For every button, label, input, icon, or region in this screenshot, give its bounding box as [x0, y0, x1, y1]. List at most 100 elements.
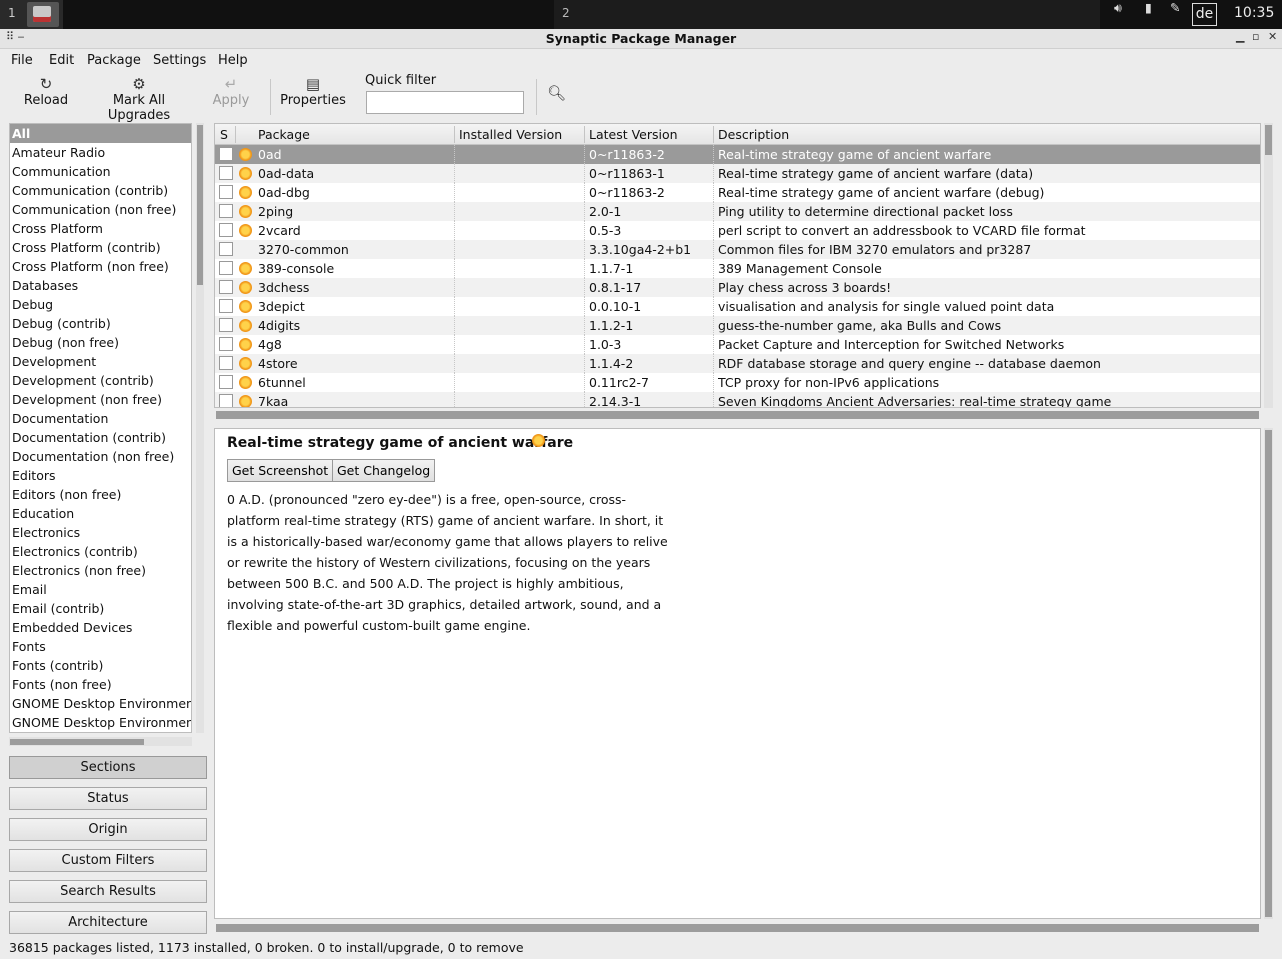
- mark-checkbox[interactable]: [219, 394, 233, 407]
- package-row[interactable]: 0ad-data 0~r11863-1 Real-time strategy gam…: [215, 164, 1260, 183]
- scrollbar-thumb[interactable]: [1265, 125, 1272, 155]
- mark-checkbox[interactable]: [219, 337, 233, 351]
- status-filter-button[interactable]: Status: [9, 787, 207, 810]
- section-item[interactable]: Electronics (non free): [10, 561, 191, 580]
- mark-checkbox[interactable]: [219, 356, 233, 370]
- section-item[interactable]: Development (non free): [10, 390, 191, 409]
- package-list-horizontal-scrollbar[interactable]: [216, 411, 1259, 419]
- section-item[interactable]: Cross Platform (non free): [10, 257, 191, 276]
- package-row[interactable]: 4digits 1.1.2-1 guess-the-number game, aka…: [215, 316, 1260, 335]
- details-horizontal-scrollbar[interactable]: [216, 924, 1259, 932]
- mark-checkbox[interactable]: [219, 261, 233, 275]
- section-item[interactable]: Electronics (contrib): [10, 542, 191, 561]
- origin-filter-button[interactable]: Origin: [9, 818, 207, 841]
- mark-checkbox[interactable]: [219, 299, 233, 313]
- section-item[interactable]: Electronics: [10, 523, 191, 542]
- package-row[interactable]: 4store 1.1.4-2 RDF database storage and qu…: [215, 354, 1260, 373]
- menu-edit[interactable]: Edit: [49, 53, 74, 68]
- section-item[interactable]: Fonts: [10, 637, 191, 656]
- get-screenshot-button[interactable]: Get Screenshot: [227, 459, 334, 482]
- apply-button[interactable]: ↵ Apply: [208, 75, 254, 108]
- menu-help[interactable]: Help: [218, 53, 248, 68]
- section-item[interactable]: Documentation (contrib): [10, 428, 191, 447]
- column-status[interactable]: S: [220, 127, 228, 142]
- sections-filter-button[interactable]: Sections: [9, 756, 207, 779]
- column-package[interactable]: Package: [258, 127, 310, 142]
- section-item[interactable]: Debug (non free): [10, 333, 191, 352]
- section-item[interactable]: Documentation (non free): [10, 447, 191, 466]
- section-item[interactable]: Fonts (non free): [10, 675, 191, 694]
- package-row[interactable]: 4g8 1.0-3 Packet Capture and Interception …: [215, 335, 1260, 354]
- section-item[interactable]: Education: [10, 504, 191, 523]
- custom-filters-button[interactable]: Custom Filters: [9, 849, 207, 872]
- section-item[interactable]: Development: [10, 352, 191, 371]
- column-latest-version[interactable]: Latest Version: [589, 127, 678, 142]
- section-item[interactable]: Databases: [10, 276, 191, 295]
- architecture-filter-button[interactable]: Architecture: [9, 911, 207, 934]
- mark-checkbox[interactable]: [219, 204, 233, 218]
- section-item[interactable]: Email (contrib): [10, 599, 191, 618]
- section-item[interactable]: GNOME Desktop Environment: [10, 694, 191, 713]
- section-item[interactable]: All: [10, 124, 191, 143]
- details-vertical-scrollbar[interactable]: [1264, 428, 1273, 919]
- scrollbar-thumb[interactable]: [197, 125, 203, 285]
- reload-button[interactable]: ↻ Reload: [20, 75, 72, 108]
- package-row[interactable]: 2ping 2.0-1 Ping utility to determine dire…: [215, 202, 1260, 221]
- section-item[interactable]: Communication (non free): [10, 200, 191, 219]
- synaptic-app-icon[interactable]: [27, 2, 59, 27]
- column-description[interactable]: Description: [718, 127, 789, 142]
- minimize-icon[interactable]: ▁: [1236, 30, 1244, 43]
- mark-checkbox[interactable]: [219, 280, 233, 294]
- section-item[interactable]: Communication: [10, 162, 191, 181]
- section-item[interactable]: Debug (contrib): [10, 314, 191, 333]
- mark-checkbox[interactable]: [219, 223, 233, 237]
- package-row[interactable]: 389-console 1.1.7-1 389 Management Console: [215, 259, 1260, 278]
- package-row[interactable]: 3dchess 0.8.1-17 Play chess across 3 board…: [215, 278, 1260, 297]
- keyboard-layout-indicator[interactable]: de: [1192, 3, 1217, 26]
- scrollbar-thumb[interactable]: [1265, 430, 1272, 917]
- section-item[interactable]: Email: [10, 580, 191, 599]
- section-item[interactable]: Fonts (contrib): [10, 656, 191, 675]
- section-item[interactable]: Amateur Radio: [10, 143, 191, 162]
- section-item[interactable]: Communication (contrib): [10, 181, 191, 200]
- mark-checkbox[interactable]: [219, 185, 233, 199]
- menu-settings[interactable]: Settings: [153, 53, 206, 68]
- package-row[interactable]: 7kaa 2.14.3-1 Seven Kingdoms Ancient Adver…: [215, 392, 1260, 407]
- section-item[interactable]: Embedded Devices: [10, 618, 191, 637]
- properties-button[interactable]: ▤ Properties: [280, 75, 346, 108]
- close-icon[interactable]: ✕: [1268, 30, 1277, 43]
- mark-checkbox[interactable]: [219, 166, 233, 180]
- window-titlebar[interactable]: ⠿ ‒ Synaptic Package Manager ▁ ▫ ✕: [0, 29, 1282, 49]
- menu-file[interactable]: File: [11, 53, 33, 68]
- section-item[interactable]: Editors (non free): [10, 485, 191, 504]
- section-item[interactable]: GNOME Desktop Environment: [10, 713, 191, 732]
- maximize-icon[interactable]: ▫: [1252, 30, 1259, 43]
- mark-all-upgrades-button[interactable]: ⚙ Mark All Upgrades: [82, 75, 196, 123]
- workspace-2[interactable]: 2: [554, 0, 1100, 29]
- package-row[interactable]: 3depict 0.0.10-1 visualisation and analysi…: [215, 297, 1260, 316]
- section-item[interactable]: Debug: [10, 295, 191, 314]
- section-item[interactable]: Development (contrib): [10, 371, 191, 390]
- section-item[interactable]: Documentation: [10, 409, 191, 428]
- search-results-button[interactable]: Search Results: [9, 880, 207, 903]
- menu-package[interactable]: Package: [87, 53, 141, 68]
- mark-checkbox[interactable]: [219, 375, 233, 389]
- workspace-1[interactable]: 1: [0, 0, 63, 29]
- section-list-horizontal-scrollbar[interactable]: [9, 737, 192, 746]
- mark-checkbox[interactable]: [219, 242, 233, 256]
- section-item[interactable]: Editors: [10, 466, 191, 485]
- mark-checkbox[interactable]: [219, 147, 233, 161]
- section-list-vertical-scrollbar[interactable]: [196, 123, 204, 733]
- column-installed-version[interactable]: Installed Version: [459, 127, 562, 142]
- package-row[interactable]: 0ad-dbg 0~r11863-2 Real-time strategy game…: [215, 183, 1260, 202]
- package-list-vertical-scrollbar[interactable]: [1264, 123, 1273, 408]
- section-item[interactable]: Cross Platform: [10, 219, 191, 238]
- quick-filter-input[interactable]: [366, 91, 524, 114]
- search-icon[interactable]: 🔍︎: [547, 84, 566, 102]
- package-row[interactable]: 3270-common 3.3.10ga4-2+b1 Common files fo…: [215, 240, 1260, 259]
- scrollbar-thumb[interactable]: [10, 739, 144, 745]
- package-row[interactable]: 0ad 0~r11863-2 Real-time strategy game of …: [215, 145, 1260, 164]
- get-changelog-button[interactable]: Get Changelog: [332, 459, 436, 482]
- package-row[interactable]: 6tunnel 0.11rc2-7 TCP proxy for non-IPv6 a…: [215, 373, 1260, 392]
- mark-checkbox[interactable]: [219, 318, 233, 332]
